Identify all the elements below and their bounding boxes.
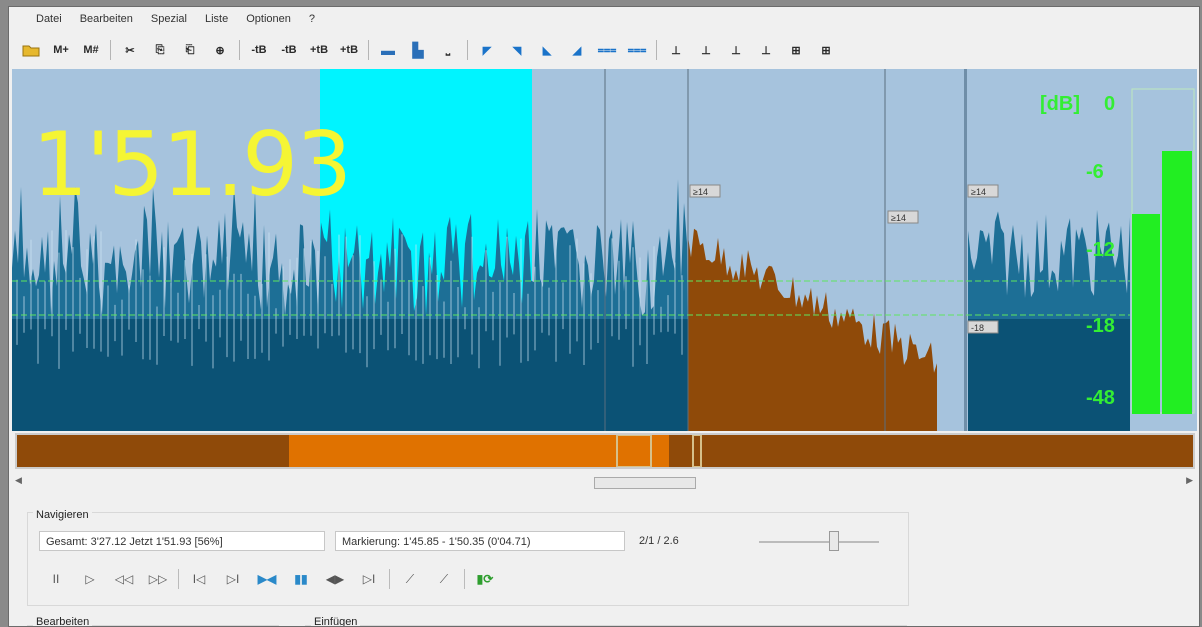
scroll-right-icon[interactable]: ▶ [1186,475,1193,486]
menu-item-4[interactable]: Optionen [237,13,300,25]
fade-out-icon[interactable]: ◥ [503,38,531,62]
mark-out-button[interactable]: ◀▶ [318,567,352,591]
vu-scale-label-4: -48 [1086,387,1115,409]
edit-title: Bearbeiten [33,616,93,626]
waveform-view[interactable]: ≥14 ≥14 ≥14 -18 1'51.93 [dB] 0 -6 -12 -18 -48 [12,69,1197,431]
fade-in-icon[interactable]: ◤ [473,38,501,62]
transport-controls: II ▷ ◁◁ ▷▷ I◁ ▷I ▶◀ ▮▮ ◀▶ ▷I ⟋ ⟋ ▮⟳ [39,567,502,591]
toolbar-separator [239,40,240,60]
vu-scale-label-2: -12 [1086,239,1115,261]
menu-item-5[interactable]: ? [300,13,324,25]
view-flat-icon[interactable]: ⎵ [434,38,462,62]
crossfade-2-icon[interactable]: ⩶ [623,38,651,62]
fast-forward-button[interactable]: ▷▷ [141,567,175,591]
zoom-out-button[interactable]: ⟋ [427,567,461,591]
crossfade-icon[interactable]: ⩶ [593,38,621,62]
menu-item-1[interactable]: Bearbeiten [71,13,142,25]
time-display: 1'51.93 [32,113,352,216]
scroll-left-icon[interactable]: ◀ [15,475,22,486]
rewind-button[interactable]: ◁◁ [107,567,141,591]
menu-item-2[interactable]: Spezial [142,13,196,25]
locate-icon[interactable]: ⊕ [206,38,234,62]
mark-list-icon[interactable]: M# [77,38,105,62]
toolbar-separator [467,40,468,60]
gain-down-icon[interactable]: -tB [245,38,273,62]
marker-label-2: ≥14 [891,213,906,223]
toolbar: M+ M# ✂ ⎘ ⎗ ⊕ -tB -tB +tB +tB ▬ ▙ ⎵ ◤ ◥ ◣ ◢ ⩶ ⩶ ⊥ ⊥ ⊥ ⊥ ⊞ ⊞ [9,33,1199,67]
copy-icon[interactable]: ⎘ [146,38,174,62]
cut-end-icon[interactable]: ⊥ [692,38,720,62]
toolbar-separator [656,40,657,60]
go-end-button[interactable]: ▷I [216,567,250,591]
marker-label-4: -18 [971,323,984,333]
region-divider [964,69,967,431]
mark-range-button[interactable]: ▮▮ [284,567,318,591]
vu-scale-label-1: -6 [1086,161,1104,183]
horizontal-scrollbar[interactable]: ◀ ▶ [9,475,1199,489]
menu-item-3[interactable]: Liste [196,13,237,25]
join-icon[interactable]: ⊞ [812,38,840,62]
vu-bar-left [1132,214,1160,414]
menu-item-0[interactable]: Datei [27,13,71,25]
menu-bar: Datei Bearbeiten Spezial Liste Optionen? [9,7,1199,31]
waveform-body-left [12,319,688,431]
timeline-view-window [616,434,652,468]
view-stereo-icon[interactable]: ▙ [404,38,432,62]
paste-icon[interactable]: ⎗ [176,38,204,62]
trim-start-icon[interactable]: ⊥ [722,38,750,62]
cut-icon[interactable]: ✂ [116,38,144,62]
trim-end-icon[interactable]: ⊥ [752,38,780,62]
insert-title: Einfügen [311,616,361,626]
gain-up-2-icon[interactable]: +tB [335,38,363,62]
add-mark-icon[interactable]: M+ [47,38,75,62]
vu-bar-right [1162,151,1192,414]
navigation-group [27,512,909,606]
gain-down-2-icon[interactable]: -tB [275,38,303,62]
cut-start-icon[interactable]: ⊥ [662,38,690,62]
selection-range-field[interactable]: Markierung: 1'45.85 - 1'50.35 (0'04.71) [335,531,625,551]
transport-separator [389,569,390,589]
editor-window: Datei Bearbeiten Spezial Liste Optionen? M+ M… [8,6,1200,627]
marker-label-1: ≥14 [693,187,708,197]
fade-out-2-icon[interactable]: ◢ [563,38,591,62]
mark-in-button[interactable]: ▶◀ [250,567,284,591]
zoom-slider-thumb[interactable] [829,531,839,551]
gain-up-icon[interactable]: +tB [305,38,333,62]
vu-scale-label-3: -18 [1086,315,1115,337]
play-marked-button[interactable]: ▷I [352,567,386,591]
folder-open-icon[interactable] [17,38,45,62]
vu-unit-label: [dB] [1040,93,1080,115]
go-start-button[interactable]: I◁ [182,567,216,591]
loop-button[interactable]: ▮⟳ [468,567,502,591]
toolbar-separator [368,40,369,60]
zoom-slider-track[interactable] [759,541,879,543]
toolbar-separator [110,40,111,60]
waveform-brown-region [688,228,937,431]
split-icon[interactable]: ⊞ [782,38,810,62]
scrollbar-thumb[interactable] [594,477,696,489]
pause-button[interactable]: II [39,567,73,591]
zoom-ratio: 2/1 / 2.6 [639,535,679,547]
zoom-in-button[interactable]: ⟋ [393,567,427,591]
navigation-title: Navigieren [33,509,92,521]
view-wave-icon[interactable]: ▬ [374,38,402,62]
overview-timeline[interactable] [15,433,1195,469]
transport-separator [178,569,179,589]
timeline-cursor [692,434,702,468]
vu-scale-label-0: 0 [1104,93,1116,115]
marker-label-3: ≥14 [971,187,986,197]
transport-separator [464,569,465,589]
fade-in-2-icon[interactable]: ◣ [533,38,561,62]
position-field[interactable]: Gesamt: 3'27.12 Jetzt 1'51.93 [56%] [39,531,325,551]
play-button[interactable]: ▷ [73,567,107,591]
